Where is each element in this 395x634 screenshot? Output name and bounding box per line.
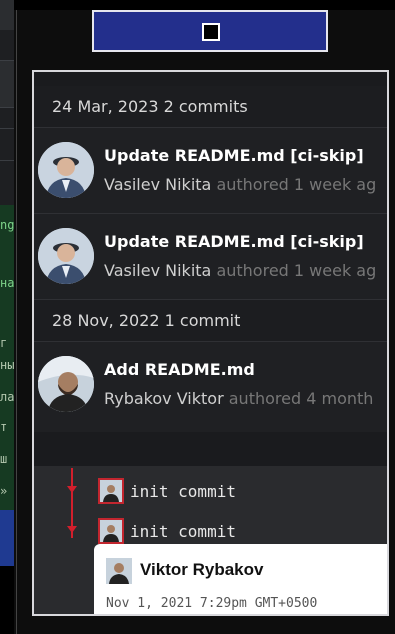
commit-date-header: 28 Nov, 2022 1 commit [34,300,387,342]
code-fragment: ны [0,358,14,372]
commit-authored-time: authored 1 week ag [216,175,377,194]
commit-author[interactable]: Vasilev Nikita [104,261,211,280]
divider [0,160,14,161]
avatar-photo [38,356,94,412]
avatar-photo [106,558,132,584]
commit-row[interactable]: Add README.md Rybakov Viktor authored 4 … [34,342,387,432]
background-input [0,60,15,108]
author-avatar[interactable] [98,478,124,504]
avatar-photo [100,520,122,542]
stop-recording-bar[interactable] [92,10,328,52]
author-avatar[interactable] [38,356,94,412]
commit-author[interactable]: Vasilev Nikita [104,175,211,194]
commit-row[interactable]: Update README.md [ci-skip] Vasilev Nikit… [34,128,387,214]
code-fragment: г [0,336,8,350]
author-avatar[interactable] [98,518,124,544]
commit-title[interactable]: Add README.md [104,360,255,379]
background-blue-bar [0,510,14,566]
code-fragment: ла [0,390,14,404]
commit-authored-time: authored 4 month [228,389,374,408]
tooltip-author-name: Viktor Rybakov [140,560,264,579]
code-fragment: ng [0,218,14,232]
commit-authored-time: authored 1 week ag [216,261,377,280]
author-avatar[interactable] [38,228,94,284]
author-avatar[interactable] [38,142,94,198]
author-tooltip: Viktor Rybakov Nov 1, 2021 7:29pm GMT+05… [94,544,387,614]
commit-meta: Vasilev Nikita authored 1 week ag [104,175,376,194]
graph-commit-message[interactable]: init commit [130,482,236,501]
background-toolbar [0,0,14,30]
graph-arrow-icon [67,526,77,533]
graph-arrow-icon [67,486,77,493]
background-footer [0,566,14,634]
code-fragment: » [0,484,8,498]
commit-title[interactable]: Update README.md [ci-skip] [104,146,364,165]
commit-row[interactable]: Update README.md [ci-skip] Vasilev Nikit… [34,214,387,300]
code-fragment: на [0,276,14,290]
avatar-photo [38,142,94,198]
commit-history-panel: 24 Mar, 2023 2 commits Update README.md … [32,70,389,616]
avatar-photo [100,480,122,502]
code-fragment: ш [0,452,8,466]
tooltip-commit-date: Nov 1, 2021 7:29pm GMT+0500 [106,596,318,611]
stop-icon[interactable] [202,23,220,41]
divider [16,10,17,634]
commit-meta: Rybakov Viktor authored 4 month [104,389,373,408]
avatar-photo [38,228,94,284]
commit-date-header: 24 Mar, 2023 2 commits [34,86,387,128]
code-fragment: т [0,420,8,434]
commit-title[interactable]: Update README.md [ci-skip] [104,232,364,251]
graph-commit-item[interactable]: init commit [98,516,236,546]
background-window: ng на г ны ла т ш » [0,0,15,634]
commit-meta: Vasilev Nikita authored 1 week ag [104,261,376,280]
author-avatar [106,558,132,584]
graph-commit-message[interactable]: init commit [130,522,236,541]
graph-commit-item[interactable]: init commit [98,476,236,506]
divider [0,128,14,129]
commit-author[interactable]: Rybakov Viktor [104,389,224,408]
